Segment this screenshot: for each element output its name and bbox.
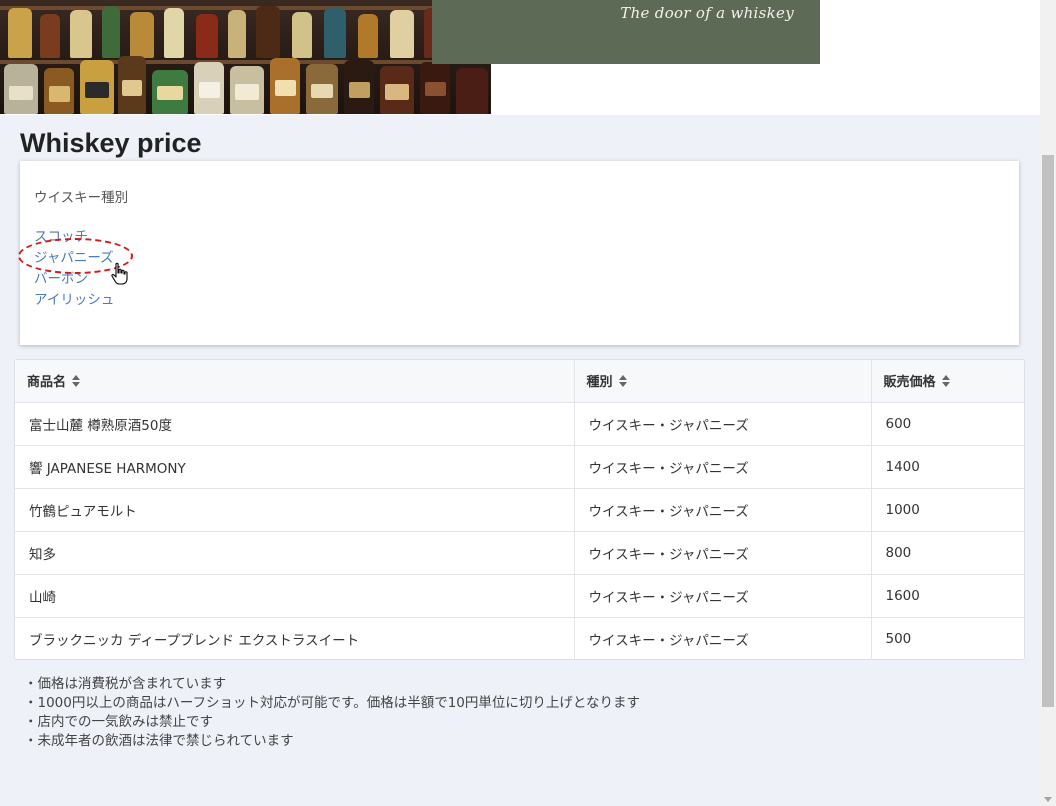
sort-icon (72, 374, 81, 387)
product-price: 800 (871, 531, 1024, 575)
table-row: ブラックニッカ ディープブレンド エクストラスイート ウイスキー・ジャパニーズ … (15, 617, 1024, 660)
product-type: ウイスキー・ジャパニーズ (574, 445, 872, 489)
whiskey-bar-image (0, 0, 491, 114)
table-row: 富士山麓 樽熟原酒50度 ウイスキー・ジャパニーズ 600 (15, 402, 1024, 446)
list-item: アイリッシュ (34, 288, 114, 309)
product-type: ウイスキー・ジャパニーズ (574, 574, 872, 618)
sort-icon (618, 374, 627, 387)
category-label: ウイスキー種別 (34, 190, 129, 206)
table-row: 響 JAPANESE HARMONY ウイスキー・ジャパニーズ 1400 (15, 445, 1024, 489)
page-title: Whiskey price (20, 128, 202, 158)
product-name: 山崎 (15, 574, 575, 618)
product-price: 1600 (871, 574, 1024, 618)
product-name: 知多 (15, 531, 575, 575)
sort-icon (941, 374, 950, 387)
column-header-product[interactable]: 商品名 (15, 360, 575, 403)
table-row: 知多 ウイスキー・ジャパニーズ 800 (15, 531, 1024, 575)
category-card: ウイスキー種別 スコッチ ジャパニーズ バーボン アイリッシュ (20, 161, 1019, 345)
price-table: 商品名 種別 販売価格 富士山麓 樽熟原酒50度 ウイスキー・ジャパニーズ 60… (14, 359, 1025, 660)
product-type: ウイスキー・ジャパニーズ (574, 531, 872, 575)
product-name: 竹鶴ピュアモルト (15, 488, 575, 532)
table-row: 竹鶴ピュアモルト ウイスキー・ジャパニーズ 1000 (15, 488, 1024, 532)
scrollbar-thumb[interactable] (1042, 155, 1054, 707)
product-type: ウイスキー・ジャパニーズ (574, 488, 872, 532)
note-item: ・未成年者の飲酒は法律で禁じられています (24, 733, 294, 749)
product-price: 1000 (871, 488, 1024, 532)
product-name: 富士山麓 樽熟原酒50度 (15, 402, 575, 446)
product-price: 600 (871, 402, 1024, 446)
notes-list: ・価格は消費税が含まれています ・1000円以上の商品はハーフショット対応が可能… (24, 675, 640, 751)
hand-cursor-icon (111, 262, 128, 285)
vertical-scrollbar[interactable] (1040, 0, 1056, 806)
scroll-down-arrow-icon[interactable] (1044, 797, 1052, 802)
category-link-irish[interactable]: アイリッシュ (34, 292, 114, 308)
product-price: 1400 (871, 445, 1024, 489)
note-item: ・1000円以上の商品はハーフショット対応が可能です。価格は半額で10円単位に切… (24, 695, 640, 711)
table-row: 山崎 ウイスキー・ジャパニーズ 1600 (15, 574, 1024, 618)
table-header-row: 商品名 種別 販売価格 (15, 360, 1024, 403)
product-name: ブラックニッカ ディープブレンド エクストラスイート (15, 617, 575, 660)
product-type: ウイスキー・ジャパニーズ (574, 617, 872, 660)
tagline-banner: The door of a whiskey (432, 0, 820, 64)
header: The door of a whiskey (0, 0, 1040, 115)
column-header-price[interactable]: 販売価格 (871, 360, 1024, 403)
product-type: ウイスキー・ジャパニーズ (574, 402, 872, 446)
product-price: 500 (885, 630, 912, 647)
note-item: ・価格は消費税が含まれています (24, 676, 227, 692)
tagline: The door of a whiskey (620, 4, 794, 22)
note-item: ・店内での一気飲みは禁止です (24, 714, 213, 730)
column-header-type[interactable]: 種別 (574, 360, 872, 403)
product-name: 響 JAPANESE HARMONY (15, 445, 575, 489)
